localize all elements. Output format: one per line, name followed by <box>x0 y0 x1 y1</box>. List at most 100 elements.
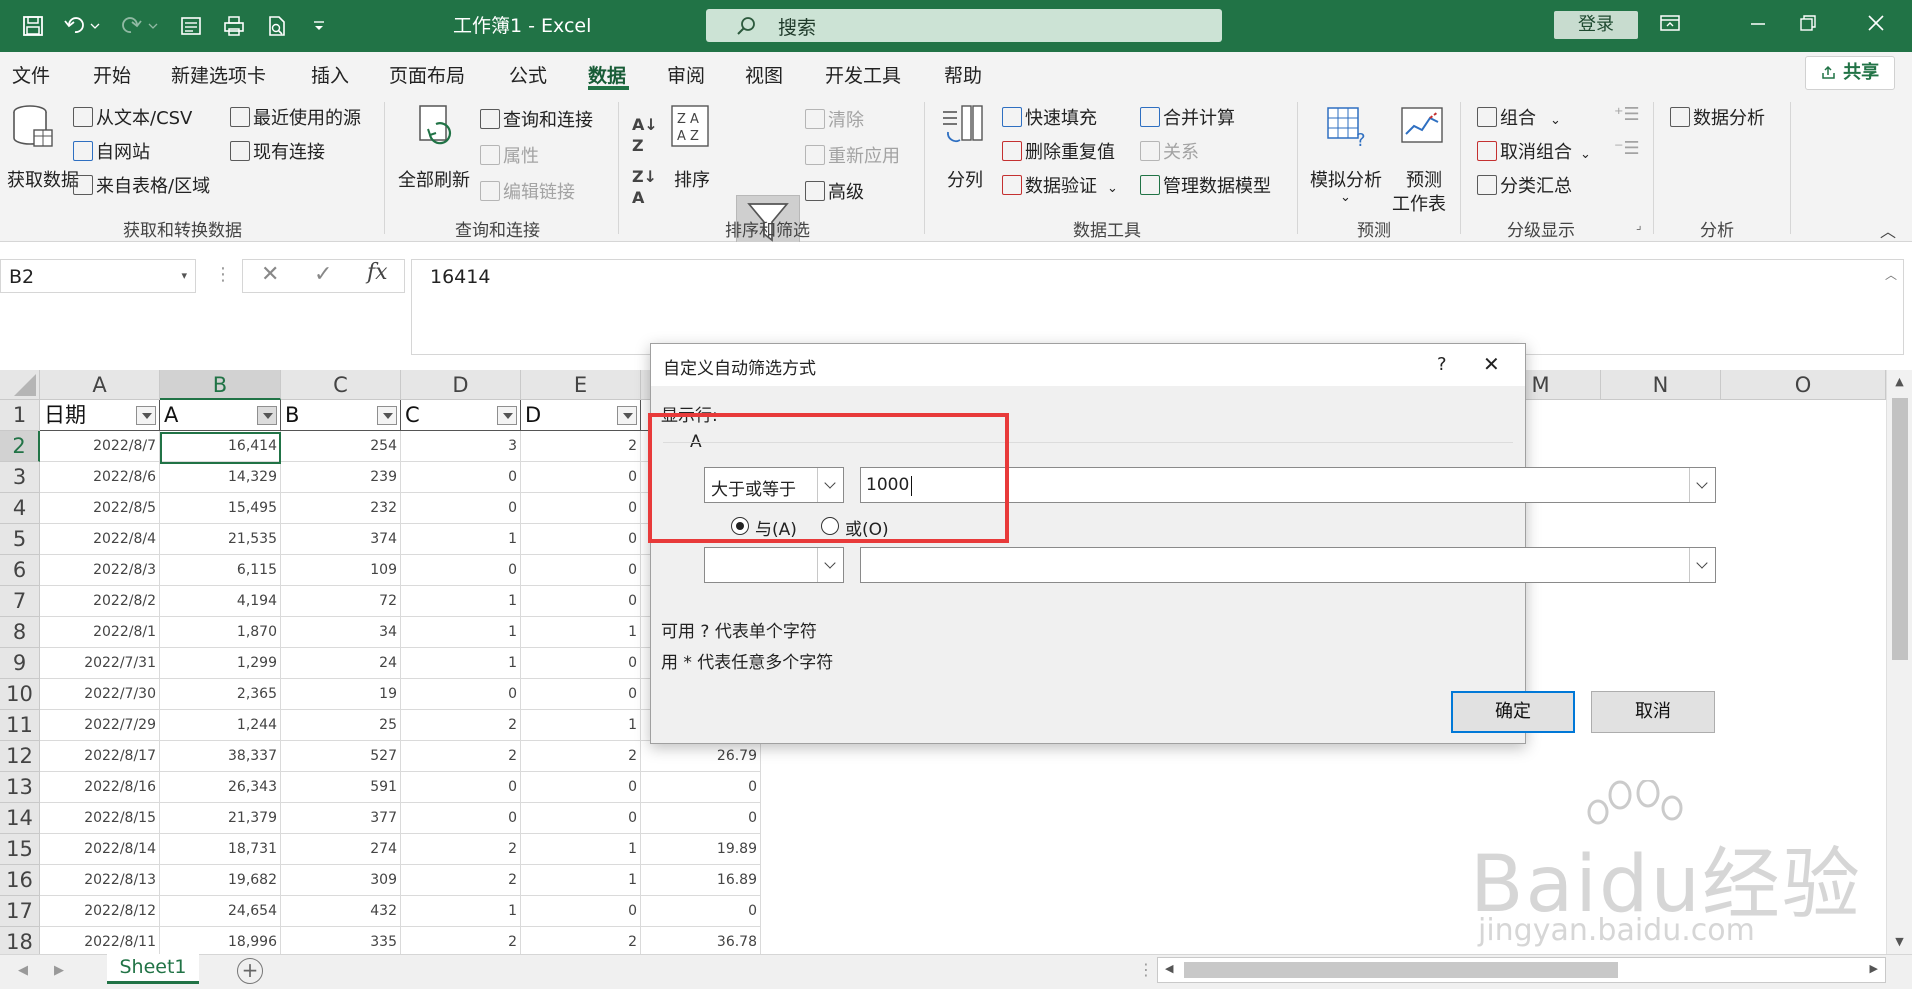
table-cell[interactable]: 26,343 <box>160 772 281 803</box>
table-cell[interactable]: 0 <box>521 803 641 834</box>
queries-connections-button[interactable]: 查询和连接 <box>480 106 593 132</box>
header-cell[interactable]: D <box>521 400 641 431</box>
table-cell[interactable]: 3 <box>401 431 521 462</box>
table-cell[interactable]: 1,244 <box>160 710 281 741</box>
sheet-tab-sheet1[interactable]: Sheet1 <box>107 954 199 984</box>
row-header[interactable]: 2 <box>0 431 40 462</box>
tab-page-layout[interactable]: 页面布局 <box>389 61 465 88</box>
formula-input[interactable]: 16414 ︿ <box>411 259 1904 355</box>
table-cell[interactable]: 24,654 <box>160 896 281 927</box>
table-cell[interactable]: 18,731 <box>160 834 281 865</box>
row-header[interactable]: 4 <box>0 493 40 524</box>
table-cell[interactable]: 2022/8/2 <box>40 586 160 617</box>
save-icon[interactable] <box>18 10 48 42</box>
login-button[interactable]: 登录 <box>1554 11 1638 39</box>
table-cell[interactable]: 1 <box>401 617 521 648</box>
table-cell[interactable]: 2 <box>401 710 521 741</box>
show-detail-icon[interactable]: ⁺☰ <box>1614 104 1640 125</box>
sort-za-button[interactable]: Z↓ A <box>632 166 657 208</box>
row-header[interactable]: 10 <box>0 679 40 710</box>
table-cell[interactable]: 0 <box>401 493 521 524</box>
tab-help[interactable]: 帮助 <box>944 61 982 88</box>
row-header[interactable]: 13 <box>0 772 40 803</box>
table-cell[interactable]: 1 <box>401 648 521 679</box>
cancel-button[interactable]: 取消 <box>1591 691 1715 733</box>
help-icon[interactable]: ? <box>1437 354 1447 375</box>
table-cell[interactable]: 2022/8/14 <box>40 834 160 865</box>
table-cell[interactable]: 0 <box>641 803 761 834</box>
table-cell[interactable]: 24 <box>281 648 401 679</box>
table-cell[interactable]: 19 <box>281 679 401 710</box>
table-cell[interactable]: 34 <box>281 617 401 648</box>
tab-insert[interactable]: 插入 <box>311 61 349 88</box>
sort-button[interactable]: Z A A Z 排序 <box>668 104 720 212</box>
column-header-c[interactable]: C <box>281 370 401 400</box>
table-cell[interactable]: 2 <box>521 431 641 462</box>
table-cell[interactable]: 527 <box>281 741 401 772</box>
hide-detail-icon[interactable]: ⁻☰ <box>1614 138 1640 159</box>
ungroup-button[interactable]: 取消组合 ⌄ <box>1477 138 1591 164</box>
data-validation-button[interactable]: 数据验证 ⌄ <box>1002 172 1118 198</box>
condition1-value-combo[interactable]: 1000 <box>860 467 1716 503</box>
table-cell[interactable]: 1,299 <box>160 648 281 679</box>
table-cell[interactable]: 6,115 <box>160 555 281 586</box>
insert-function-icon[interactable]: fx <box>367 260 388 285</box>
print-preview-icon[interactable] <box>262 10 292 42</box>
table-cell[interactable]: 26.79 <box>641 741 761 772</box>
table-cell[interactable]: 2022/8/4 <box>40 524 160 555</box>
row-header[interactable]: 1 <box>0 400 40 431</box>
search-box[interactable]: 搜索 <box>706 9 1222 42</box>
scroll-left-icon[interactable]: ◀ <box>1165 962 1173 975</box>
column-header-b[interactable]: B <box>160 370 281 400</box>
tab-split-grip-icon[interactable]: ⋮ <box>1138 960 1154 979</box>
table-cell[interactable]: 274 <box>281 834 401 865</box>
table-cell[interactable]: 38,337 <box>160 741 281 772</box>
or-radio-label[interactable]: 或(O) <box>845 515 889 540</box>
tab-formulas[interactable]: 公式 <box>509 61 547 88</box>
restore-icon[interactable] <box>1788 9 1828 41</box>
row-header[interactable]: 8 <box>0 617 40 648</box>
recent-sources-button[interactable]: 最近使用的源 <box>230 104 361 130</box>
table-cell[interactable]: 0 <box>521 462 641 493</box>
tab-data[interactable]: 数据 <box>588 61 626 88</box>
edit-links-button[interactable]: 编辑链接 <box>480 178 575 204</box>
row-header[interactable]: 17 <box>0 896 40 927</box>
get-data-button[interactable]: 获取数据 <box>7 104 79 212</box>
column-header-a[interactable]: A <box>40 370 160 400</box>
data-analysis-button[interactable]: 数据分析 <box>1670 104 1765 130</box>
row-header[interactable]: 12 <box>0 741 40 772</box>
row-header[interactable]: 11 <box>0 710 40 741</box>
table-cell[interactable]: 0 <box>641 772 761 803</box>
from-table-button[interactable]: 来自表格/区域 <box>73 172 210 198</box>
table-cell[interactable]: 374 <box>281 524 401 555</box>
table-cell[interactable]: 0 <box>521 896 641 927</box>
scroll-down-icon[interactable]: ▼ <box>1887 930 1912 954</box>
row-header[interactable]: 3 <box>0 462 40 493</box>
column-header-d[interactable]: D <box>401 370 521 400</box>
table-cell[interactable]: 21,535 <box>160 524 281 555</box>
undo-icon[interactable] <box>60 10 106 42</box>
table-cell[interactable]: 309 <box>281 865 401 896</box>
horizontal-scroll-thumb[interactable] <box>1184 962 1618 978</box>
and-radio[interactable] <box>731 517 749 535</box>
customize-icon[interactable] <box>306 10 332 42</box>
sort-az-button[interactable]: A↓ Z <box>632 114 658 156</box>
enter-entry-icon[interactable]: ✓ <box>314 262 332 287</box>
select-all-corner[interactable] <box>0 370 40 400</box>
table-cell[interactable]: 591 <box>281 772 401 803</box>
existing-connections-button[interactable]: 现有连接 <box>230 138 325 164</box>
table-cell[interactable]: 0 <box>521 679 641 710</box>
table-cell[interactable]: 0 <box>401 679 521 710</box>
table-cell[interactable]: 2022/7/30 <box>40 679 160 710</box>
table-cell[interactable]: 2 <box>401 865 521 896</box>
table-cell[interactable]: 2022/7/29 <box>40 710 160 741</box>
scroll-right-icon[interactable]: ▶ <box>1870 962 1878 975</box>
tab-review[interactable]: 审阅 <box>667 61 705 88</box>
row-header[interactable]: 7 <box>0 586 40 617</box>
table-cell[interactable]: 72 <box>281 586 401 617</box>
vertical-scroll-thumb[interactable] <box>1892 398 1908 660</box>
header-cell[interactable]: B <box>281 400 401 431</box>
table-cell[interactable]: 1 <box>521 865 641 896</box>
ok-button[interactable]: 确定 <box>1451 691 1575 733</box>
table-cell[interactable]: 0 <box>521 586 641 617</box>
